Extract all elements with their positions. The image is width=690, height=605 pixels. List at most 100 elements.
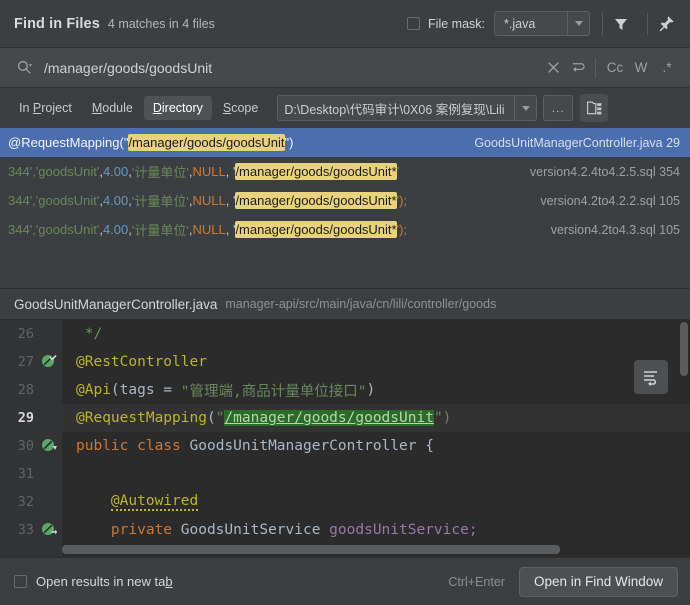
results-list[interactable]: @RequestMapping("/manager/goods/goodsUni… xyxy=(0,128,690,288)
result-row[interactable]: 344', 'goodsUnit', 4.00, '计量单位', NULL, '… xyxy=(0,157,690,186)
file-mask-combo[interactable]: *.java xyxy=(494,11,590,36)
search-history-button[interactable] xyxy=(565,55,589,81)
code-line[interactable]: public class GoodsUnitManagerController … xyxy=(62,432,690,460)
scope-tab-directory[interactable]: Directory xyxy=(143,96,212,120)
result-segment: '); xyxy=(396,222,408,237)
header-divider xyxy=(602,12,603,35)
chevron-down-icon xyxy=(574,21,583,26)
line-number: 33 xyxy=(17,522,34,538)
preview-file-header[interactable]: GoodsUnitManagerController.java manager-… xyxy=(0,288,690,320)
scope-bar: In Project Module Directory Scope D:\Des… xyxy=(0,88,690,128)
regex-toggle[interactable]: .* xyxy=(654,60,680,75)
show-in-project-tree-button[interactable] xyxy=(580,94,609,122)
filter-button[interactable] xyxy=(607,10,635,38)
search-icon[interactable] xyxy=(12,55,36,81)
code-line[interactable]: private GoodsUnitService goodsUnitServic… xyxy=(62,516,690,544)
gutter-marker[interactable] xyxy=(41,438,57,454)
editor-vertical-scrollbar[interactable] xyxy=(680,322,688,376)
search-options-divider xyxy=(595,57,596,78)
code-line[interactable]: */ xyxy=(62,320,690,348)
result-segment: '计量单位' xyxy=(131,223,189,238)
result-segment: 344', xyxy=(8,222,36,237)
dialog-header: Find in Files 4 matches in 4 files File … xyxy=(0,0,690,48)
result-segment: @RequestMapping(" xyxy=(8,135,129,150)
code-preview[interactable]: 26 27 28 29 30 31 32 33 */ @RestController @Api (t… xyxy=(0,320,690,557)
result-segment: '计量单位' xyxy=(131,165,189,180)
file-mask-checkbox[interactable] xyxy=(407,17,421,30)
gutter-line[interactable]: 31 xyxy=(0,460,62,488)
code-line[interactable]: @Autowired xyxy=(62,488,690,516)
editor-horizontal-scrollbar[interactable] xyxy=(62,545,560,554)
gutter-line[interactable]: 30 xyxy=(0,432,62,460)
result-segment: 4.00 xyxy=(102,164,129,179)
result-row-text: 344', 'goodsUnit', 4.00, '计量单位', NULL, '… xyxy=(8,220,407,239)
result-segment: ' xyxy=(396,164,400,179)
result-row[interactable]: 344', 'goodsUnit', 4.00, '计量单位', NULL, '… xyxy=(0,215,690,244)
search-glass-icon xyxy=(17,60,32,74)
directory-value[interactable]: D:\Desktop\代码审计\0X06 案例复现\Lili xyxy=(278,96,514,120)
result-segment: 4.00 xyxy=(102,193,129,208)
soft-wrap-button[interactable] xyxy=(634,360,668,394)
code-segment: goodsUnitService; xyxy=(329,522,478,538)
bean-arrow-icon xyxy=(42,523,58,535)
scope-tab-scope[interactable]: Scope xyxy=(214,96,267,120)
result-segment: '); xyxy=(396,193,408,208)
code-segment: public class xyxy=(76,438,190,454)
match-highlight: /manager/goods/goodsUnit xyxy=(128,134,285,151)
result-segment: NULL xyxy=(192,222,226,237)
preview-file-path: manager-api/src/main/java/cn/lili/contro… xyxy=(225,297,497,311)
result-file-location: GoodsUnitManagerController.java 29 xyxy=(474,135,680,150)
match-highlight: /manager/goods/goodsUnit* xyxy=(235,163,397,180)
result-row-text: 344', 'goodsUnit', 4.00, '计量单位', NULL, '… xyxy=(8,191,407,210)
open-results-new-tab-checkbox[interactable] xyxy=(14,575,27,588)
editor-gutter[interactable]: 26 27 28 29 30 31 32 33 xyxy=(0,320,62,557)
result-row[interactable]: @RequestMapping("/manager/goods/goodsUni… xyxy=(0,128,690,157)
soft-wrap-icon xyxy=(644,371,657,386)
page-title: Find in Files xyxy=(14,15,100,32)
code-segment: { xyxy=(425,438,434,454)
code-segment: */ xyxy=(76,326,103,342)
open-in-find-window-button[interactable]: Open in Find Window xyxy=(518,566,678,597)
code-segment: GoodsUnitManagerController xyxy=(189,438,426,454)
gutter-line[interactable]: 28 xyxy=(0,376,62,404)
file-mask-dropdown-arrow[interactable] xyxy=(567,12,589,35)
code-line[interactable]: @Api (tags = "管理端,商品计量单位接口") xyxy=(62,376,690,404)
result-segment: , ' xyxy=(225,164,236,179)
code-line[interactable]: @RequestMapping("/manager/goods/goodsUni… xyxy=(62,404,690,432)
directory-combo[interactable]: D:\Desktop\代码审计\0X06 案例复现\Lili xyxy=(277,95,538,121)
gutter-marker[interactable] xyxy=(41,354,57,370)
code-segment: "管理端,商品计量单位接口" xyxy=(180,383,367,400)
code-line[interactable]: @RestController xyxy=(62,348,690,376)
line-number: 29 xyxy=(17,410,34,426)
search-input[interactable]: /manager/goods/goodsUnit xyxy=(44,60,541,76)
gutter-line[interactable]: 32 xyxy=(0,488,62,516)
result-row[interactable]: 344', 'goodsUnit', 4.00, '计量单位', NULL, '… xyxy=(0,186,690,215)
line-number: 31 xyxy=(17,466,34,482)
editor-code[interactable]: */ @RestController @Api (tags = "管理端,商品计量单位… xyxy=(62,320,690,557)
gutter-marker[interactable] xyxy=(41,522,58,538)
code-segment: ") xyxy=(433,410,452,426)
whole-words-toggle[interactable]: W xyxy=(628,60,654,75)
browse-directory-button[interactable]: ... xyxy=(543,95,574,121)
code-segment: @RequestMapping xyxy=(76,410,207,426)
gutter-line[interactable]: 26 xyxy=(0,320,62,348)
gutter-line[interactable]: 33 xyxy=(0,516,62,544)
file-mask-value[interactable]: *.java xyxy=(495,12,567,35)
code-line[interactable] xyxy=(62,460,690,488)
directory-dropdown-arrow[interactable] xyxy=(514,96,537,120)
gutter-line[interactable]: 29 xyxy=(0,404,62,432)
pin-icon xyxy=(659,16,674,32)
code-match-highlight: /manager/goods/goodsUnit xyxy=(224,410,434,426)
clear-search-button[interactable] xyxy=(541,55,565,81)
match-highlight: /manager/goods/goodsUnit* xyxy=(235,221,397,238)
line-number: 26 xyxy=(17,326,34,342)
gutter-line[interactable]: 27 xyxy=(0,348,62,376)
preview-file-name: GoodsUnitManagerController.java xyxy=(14,296,218,312)
scope-tab-in-project[interactable]: In Project xyxy=(10,96,81,120)
pin-button[interactable] xyxy=(652,10,680,38)
search-bar[interactable]: /manager/goods/goodsUnit Cc W .* xyxy=(0,48,690,88)
scope-tab-module[interactable]: Module xyxy=(83,96,142,120)
match-case-toggle[interactable]: Cc xyxy=(602,60,628,75)
line-number: 27 xyxy=(17,354,34,370)
